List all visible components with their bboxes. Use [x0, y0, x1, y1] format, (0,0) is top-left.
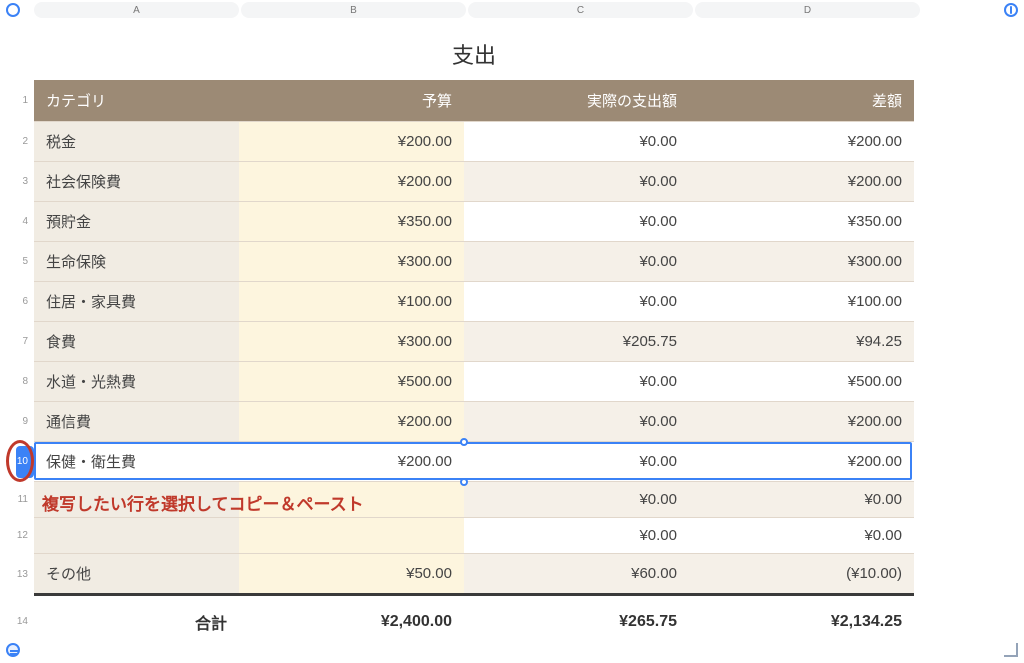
row-label[interactable]: 14 [0, 595, 34, 649]
category-cell[interactable]: その他 [34, 554, 239, 595]
diff-cell[interactable]: ¥200.00 [689, 122, 914, 162]
row-label[interactable]: 3 [0, 162, 34, 202]
table-row[interactable]: 生命保険¥300.00¥0.00¥300.00 [34, 242, 914, 282]
budget-cell[interactable]: ¥350.00 [239, 202, 464, 242]
diff-cell[interactable]: ¥200.00 [689, 162, 914, 202]
col-header-d[interactable]: D [695, 2, 920, 18]
row-label[interactable]: 7 [0, 322, 34, 362]
diff-cell[interactable]: ¥0.00 [689, 482, 914, 518]
row-label[interactable]: 13 [0, 554, 34, 595]
budget-cell[interactable]: ¥300.00 [239, 242, 464, 282]
table-row[interactable]: 社会保険費¥200.00¥0.00¥200.00 [34, 162, 914, 202]
table-row[interactable]: 保健・衛生費¥200.00¥0.00¥200.00 [34, 442, 914, 482]
table-title: 支出 [34, 30, 914, 80]
table-menu-icon[interactable] [6, 643, 20, 657]
budget-cell[interactable]: ¥300.00 [239, 322, 464, 362]
col-header-c[interactable]: C [468, 2, 693, 18]
actual-cell[interactable]: ¥0.00 [464, 362, 689, 402]
table-row[interactable]: 住居・家具費¥100.00¥0.00¥100.00 [34, 282, 914, 322]
actual-cell[interactable]: ¥0.00 [464, 402, 689, 442]
actual-cell[interactable]: ¥0.00 [464, 282, 689, 322]
spreadsheet-sheet: A B C D 支出 カテゴリ予算実際の支出額差額税金¥200.00¥0.00¥… [0, 0, 1024, 663]
category-cell[interactable]: 住居・家具費 [34, 282, 239, 322]
budget-cell[interactable]: ¥100.00 [239, 282, 464, 322]
row-label[interactable]: 4 [0, 202, 34, 242]
category-cell[interactable]: 食費 [34, 322, 239, 362]
category-cell[interactable]: 生命保険 [34, 242, 239, 282]
budget-cell[interactable] [239, 482, 464, 518]
table-container: 支出 カテゴリ予算実際の支出額差額税金¥200.00¥0.00¥200.00社会… [34, 30, 914, 648]
budget-cell[interactable]: ¥500.00 [239, 362, 464, 402]
diff-cell[interactable]: ¥100.00 [689, 282, 914, 322]
add-column-icon[interactable] [1004, 3, 1018, 17]
table-row[interactable]: 通信費¥200.00¥0.00¥200.00 [34, 402, 914, 442]
diff-cell[interactable]: ¥300.00 [689, 242, 914, 282]
row-label[interactable]: 2 [0, 122, 34, 162]
diff-cell[interactable]: ¥94.25 [689, 322, 914, 362]
row-label[interactable]: 10 [0, 442, 34, 482]
actual-cell[interactable]: ¥0.00 [464, 242, 689, 282]
actual-cell[interactable]: ¥0.00 [464, 202, 689, 242]
category-cell[interactable]: 税金 [34, 122, 239, 162]
table-handle-icon[interactable] [6, 3, 20, 17]
total-row[interactable]: 合計¥2,400.00¥265.75¥2,134.25 [34, 595, 914, 649]
header-cell[interactable]: 実際の支出額 [464, 80, 689, 122]
table-row[interactable]: 税金¥200.00¥0.00¥200.00 [34, 122, 914, 162]
header-cell[interactable]: 予算 [239, 80, 464, 122]
table-header-row[interactable]: カテゴリ予算実際の支出額差額 [34, 80, 914, 122]
header-cell[interactable]: カテゴリ [34, 80, 239, 122]
total-diff: ¥2,134.25 [689, 595, 914, 649]
table-row[interactable]: 預貯金¥350.00¥0.00¥350.00 [34, 202, 914, 242]
budget-cell[interactable]: ¥200.00 [239, 402, 464, 442]
actual-cell[interactable]: ¥0.00 [464, 518, 689, 554]
column-ruler: A B C D [0, 0, 1024, 20]
category-cell[interactable]: 保健・衛生費 [34, 442, 239, 482]
diff-cell[interactable]: ¥0.00 [689, 518, 914, 554]
row-label[interactable]: 5 [0, 242, 34, 282]
actual-cell[interactable]: ¥205.75 [464, 322, 689, 362]
resize-handle-icon[interactable] [1004, 643, 1018, 657]
category-cell[interactable]: 預貯金 [34, 202, 239, 242]
actual-cell[interactable]: ¥0.00 [464, 122, 689, 162]
table-row[interactable]: 水道・光熱費¥500.00¥0.00¥500.00 [34, 362, 914, 402]
row-label[interactable]: 9 [0, 402, 34, 442]
total-actual[interactable]: ¥265.75 [464, 595, 689, 649]
diff-cell[interactable]: ¥500.00 [689, 362, 914, 402]
header-cell[interactable]: 差額 [689, 80, 914, 122]
table-row[interactable]: ¥0.00¥0.00 [34, 518, 914, 554]
actual-cell[interactable]: ¥0.00 [464, 482, 689, 518]
category-cell[interactable]: 社会保険費 [34, 162, 239, 202]
diff-cell[interactable]: ¥200.00 [689, 402, 914, 442]
diff-cell[interactable]: (¥10.00) [689, 554, 914, 595]
category-cell[interactable] [34, 482, 239, 518]
col-header-b[interactable]: B [241, 2, 466, 18]
table-row[interactable]: 食費¥300.00¥205.75¥94.25 [34, 322, 914, 362]
row-label[interactable]: 11 [0, 482, 34, 518]
total-budget[interactable]: ¥2,400.00 [239, 595, 464, 649]
expense-table[interactable]: カテゴリ予算実際の支出額差額税金¥200.00¥0.00¥200.00社会保険費… [34, 80, 914, 648]
diff-cell[interactable]: ¥350.00 [689, 202, 914, 242]
actual-cell[interactable]: ¥0.00 [464, 162, 689, 202]
category-cell[interactable]: 水道・光熱費 [34, 362, 239, 402]
total-label[interactable]: 合計 [34, 595, 239, 649]
category-cell[interactable] [34, 518, 239, 554]
actual-cell[interactable]: ¥60.00 [464, 554, 689, 595]
row-label[interactable]: 8 [0, 362, 34, 402]
row-label[interactable]: 12 [0, 518, 34, 554]
budget-cell[interactable]: ¥200.00 [239, 122, 464, 162]
diff-cell[interactable]: ¥200.00 [689, 442, 914, 482]
row-label[interactable]: 6 [0, 282, 34, 322]
col-header-a[interactable]: A [34, 2, 239, 18]
row-label[interactable]: 1 [0, 80, 34, 122]
budget-cell[interactable]: ¥50.00 [239, 554, 464, 595]
category-cell[interactable]: 通信費 [34, 402, 239, 442]
actual-cell[interactable]: ¥0.00 [464, 442, 689, 482]
budget-cell[interactable]: ¥200.00 [239, 162, 464, 202]
table-row[interactable]: その他¥50.00¥60.00(¥10.00) [34, 554, 914, 595]
budget-cell[interactable] [239, 518, 464, 554]
budget-cell[interactable]: ¥200.00 [239, 442, 464, 482]
table-row[interactable]: ¥0.00¥0.00 [34, 482, 914, 518]
